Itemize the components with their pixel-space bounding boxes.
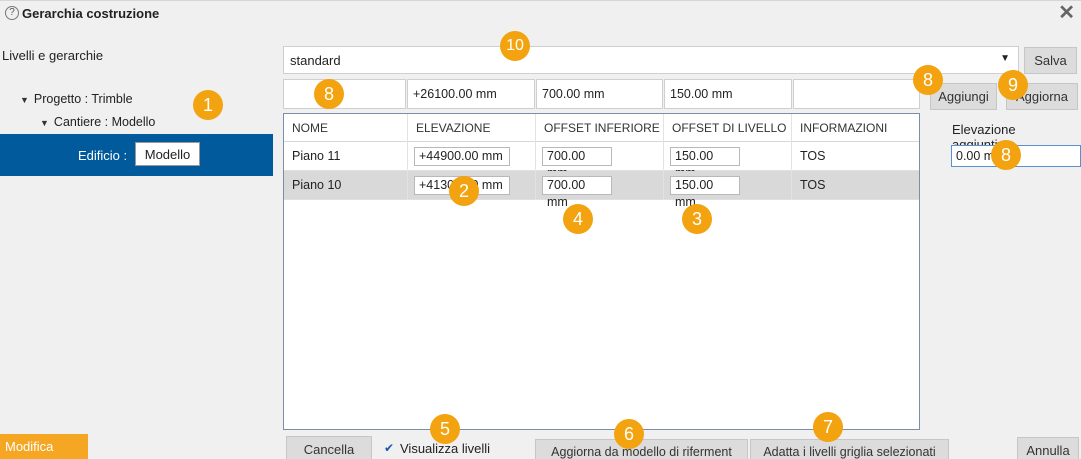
level-offset-input[interactable]: 150.00 mm (670, 176, 740, 209)
callout-badge: 8 (991, 140, 1021, 170)
callout-badge: 7 (813, 412, 843, 442)
building-name-field[interactable]: Modello (135, 142, 200, 166)
cell-info: TOS (800, 178, 826, 192)
column-header-elevation[interactable]: ELEVAZIONE (408, 114, 536, 142)
tree-node-label: Cantiere : Modello (53, 115, 156, 129)
new-level-elevation-field[interactable]: +26100.00 mm (407, 79, 535, 109)
preset-select[interactable]: standard ▼ (283, 46, 1019, 74)
table-row[interactable]: Piano 11 +44900.00 mm 700.00 mm 150.00 m… (284, 142, 919, 180)
column-header-info[interactable]: INFORMAZIONI (792, 114, 919, 142)
column-header-name[interactable]: NOME (284, 114, 408, 142)
callout-badge: 3 (682, 204, 712, 234)
levels-table: NOME ELEVAZIONE OFFSET INFERIORE OFFSET … (283, 113, 920, 430)
tree-node-label: Progetto : Trimble (33, 92, 133, 106)
caret-down-icon[interactable]: ▼ (40, 118, 49, 128)
tree-node-project[interactable]: ▼ Progetto : Trimble (20, 92, 133, 106)
new-level-lower-offset-field[interactable]: 700.00 mm (536, 79, 663, 109)
tree-node-site[interactable]: ▼ Cantiere : Modello (40, 115, 155, 129)
help-icon[interactable]: ? (5, 6, 19, 20)
window-title: Gerarchia costruzione (22, 6, 160, 21)
cell-elevation: +44900.00 mm (408, 142, 536, 171)
close-icon[interactable]: ✕ (1058, 2, 1075, 24)
callout-badge: 9 (998, 70, 1028, 100)
caret-down-icon[interactable]: ▼ (20, 95, 29, 105)
callout-badge: 2 (449, 176, 479, 206)
cancel-button[interactable]: Cancella (286, 436, 372, 459)
column-header-lower-offset[interactable]: OFFSET INFERIORE (536, 114, 664, 142)
dropdown-arrow-icon[interactable]: ▼ (1000, 53, 1010, 64)
column-header-level-offset[interactable]: OFFSET DI LIVELLO (664, 114, 792, 142)
callout-badge: 1 (193, 90, 223, 120)
callout-badge: 8 (314, 79, 344, 109)
cell-info: TOS (800, 149, 826, 163)
fit-grid-levels-button[interactable]: Adatta i livelli griglia selezionati (750, 439, 949, 459)
cell-level-offset: 150.00 mm (664, 171, 792, 209)
preset-value: standard (290, 53, 341, 68)
tree-node-building[interactable]: Edificio : Modello (0, 134, 273, 176)
annul-button[interactable]: Annulla (1017, 437, 1079, 459)
lower-offset-input[interactable]: 700.00 mm (542, 147, 612, 180)
callout-badge: 8 (913, 65, 943, 95)
cell-lower-offset: 700.00 mm (536, 171, 664, 209)
cell-level-offset: 150.00 mm (664, 142, 792, 180)
lower-offset-input[interactable]: 700.00 mm (542, 176, 612, 209)
cell-name: Piano 11 (284, 142, 408, 171)
new-level-name-field[interactable] (283, 79, 406, 109)
title-bar: ? Gerarchia costruzione ✕ (0, 0, 1081, 26)
show-levels-checkbox[interactable]: ✔ (384, 441, 394, 455)
elevation-input[interactable]: +44900.00 mm (414, 147, 510, 166)
cell-name: Piano 10 (284, 171, 408, 200)
level-offset-input[interactable]: 150.00 mm (670, 147, 740, 180)
levels-hierarchy-heading: Livelli e gerarchie (2, 48, 104, 63)
table-header: NOME ELEVAZIONE OFFSET INFERIORE OFFSET … (284, 114, 919, 142)
callout-badge: 10 (500, 31, 530, 61)
new-level-info-field[interactable] (793, 79, 920, 109)
new-level-level-offset-field[interactable]: 150.00 mm (664, 79, 792, 109)
callout-badge: 5 (430, 414, 460, 444)
callout-badge: 6 (614, 419, 644, 449)
table-row[interactable]: Piano 10 +41300.00 mm 700.00 mm 150.00 m… (284, 171, 919, 209)
cell-lower-offset: 700.00 mm (536, 142, 664, 180)
building-prefix: Edificio : (78, 148, 128, 163)
modify-button[interactable]: Modifica (0, 434, 88, 459)
callout-badge: 4 (563, 204, 593, 234)
save-button[interactable]: Salva (1024, 47, 1077, 74)
